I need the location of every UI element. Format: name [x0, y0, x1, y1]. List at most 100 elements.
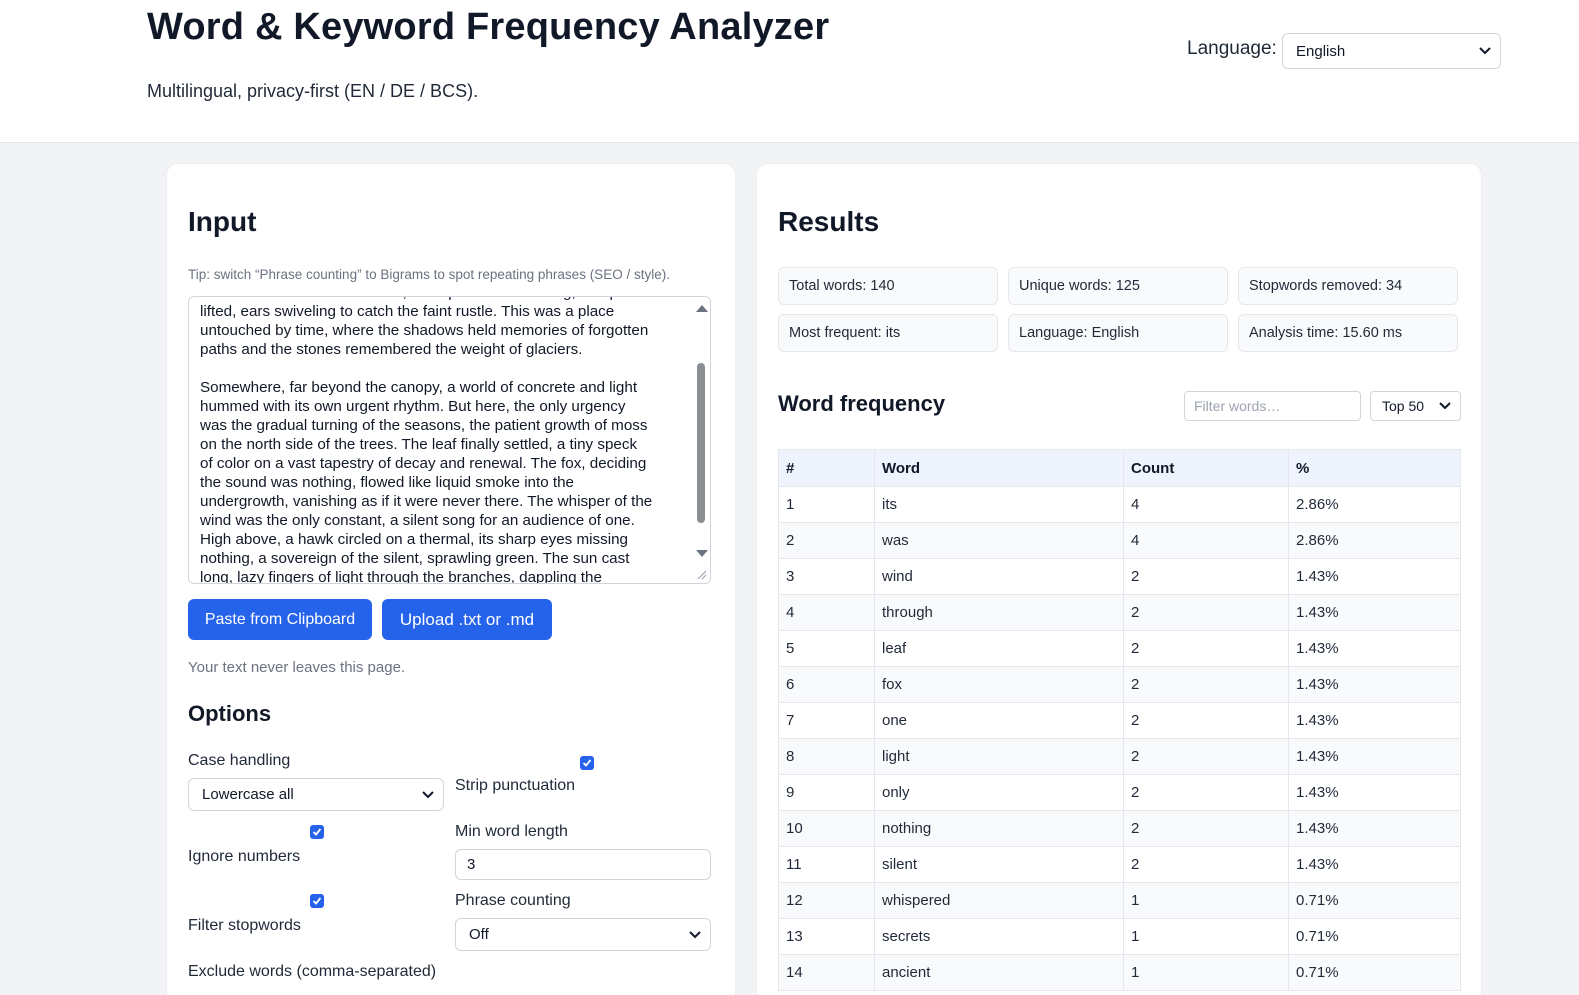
- cell-rank: 7: [778, 702, 875, 739]
- top-n-value: Top 50: [1382, 398, 1425, 414]
- cell-rank: 11: [778, 846, 875, 883]
- cell-word: leaf: [874, 630, 1124, 667]
- chevron-down-icon: [689, 929, 701, 941]
- cell-word: was: [874, 522, 1124, 559]
- results-panel: Results Total words: 140 Unique words: 1…: [756, 163, 1482, 995]
- paste-from-clipboard-button[interactable]: Paste from Clipboard: [188, 599, 372, 640]
- cell-rank: 6: [778, 666, 875, 703]
- table-row: 9 only 2 1.43%: [778, 774, 1461, 811]
- cell-word: ancient: [874, 954, 1124, 991]
- column-header-percent[interactable]: %: [1288, 449, 1461, 487]
- text-input[interactable]: towards the forest floor. Below, a fox p…: [188, 296, 711, 584]
- cell-count: 2: [1123, 630, 1289, 667]
- chevron-down-icon: [1479, 45, 1491, 57]
- filter-stopwords-checkbox[interactable]: [310, 894, 324, 908]
- cell-count: 4: [1123, 522, 1289, 559]
- table-row: 6 fox 2 1.43%: [778, 666, 1461, 703]
- stat-total-words: Total words: 140: [778, 267, 998, 305]
- cell-count: 2: [1123, 594, 1289, 631]
- upload-file-button[interactable]: Upload .txt or .md: [382, 599, 552, 640]
- textarea-scrollbar[interactable]: [692, 297, 710, 583]
- table-row: 14 ancient 1 0.71%: [778, 954, 1461, 991]
- phrase-counting-value: Off: [469, 926, 489, 943]
- stat-most-frequent: Most frequent: its: [778, 314, 998, 352]
- cell-word: nothing: [874, 810, 1124, 847]
- cell-count: 2: [1123, 774, 1289, 811]
- exclude-words-label: Exclude words (comma-separated): [188, 963, 437, 980]
- min-word-length-input[interactable]: 3: [455, 849, 711, 880]
- cell-word: its: [874, 486, 1124, 523]
- cell-rank: 3: [778, 558, 875, 595]
- column-header-word[interactable]: Word: [874, 449, 1124, 487]
- strip-punctuation-checkbox[interactable]: [580, 756, 594, 770]
- case-handling-value: Lowercase all: [202, 786, 294, 803]
- scroll-down-arrow-icon[interactable]: [696, 550, 708, 557]
- strip-punctuation-label: Strip punctuation: [455, 777, 576, 794]
- results-heading: Results: [778, 206, 880, 237]
- language-select[interactable]: English: [1282, 33, 1501, 69]
- column-header-rank[interactable]: #: [778, 449, 875, 487]
- min-word-length-label: Min word length: [455, 823, 568, 840]
- scroll-up-arrow-icon[interactable]: [696, 305, 708, 312]
- phrase-counting-select[interactable]: Off: [455, 918, 711, 951]
- cell-word: secrets: [874, 918, 1124, 955]
- cell-word: only: [874, 774, 1124, 811]
- table-row: 1 its 4 2.86%: [778, 486, 1461, 523]
- cell-count: 1: [1123, 882, 1289, 919]
- ignore-numbers-checkbox[interactable]: [310, 825, 324, 839]
- cell-percent: 2.86%: [1288, 486, 1461, 523]
- table-row: 4 through 2 1.43%: [778, 594, 1461, 631]
- options-heading: Options: [188, 701, 272, 726]
- ignore-numbers-label: Ignore numbers: [188, 848, 301, 865]
- privacy-note: Your text never leaves this page.: [188, 659, 406, 676]
- cell-rank: 14: [778, 954, 875, 991]
- cell-rank: 4: [778, 594, 875, 631]
- cell-percent: 0.71%: [1288, 954, 1461, 991]
- table-row: 13 secrets 1 0.71%: [778, 918, 1461, 955]
- cell-word: through: [874, 594, 1124, 631]
- cell-count: 4: [1123, 486, 1289, 523]
- stat-analysis-time: Analysis time: 15.60 ms: [1238, 314, 1458, 352]
- cell-percent: 1.43%: [1288, 594, 1461, 631]
- input-tip: Tip: switch “Phrase counting” to Bigrams…: [188, 267, 670, 282]
- top-n-select[interactable]: Top 50: [1370, 391, 1461, 421]
- cell-count: 1: [1123, 918, 1289, 955]
- cell-percent: 1.43%: [1288, 558, 1461, 595]
- resize-grip-icon[interactable]: [694, 567, 708, 581]
- cell-word: silent: [874, 846, 1124, 883]
- cell-percent: 1.43%: [1288, 738, 1461, 775]
- case-handling-select[interactable]: Lowercase all: [188, 778, 444, 811]
- cell-count: 2: [1123, 702, 1289, 739]
- cell-percent: 1.43%: [1288, 630, 1461, 667]
- stat-stopwords-removed: Stopwords removed: 34: [1238, 267, 1458, 305]
- cell-rank: 13: [778, 918, 875, 955]
- table-row: 3 wind 2 1.43%: [778, 558, 1461, 595]
- filter-words-input[interactable]: Filter words…: [1184, 391, 1361, 421]
- table-row: 10 nothing 2 1.43%: [778, 810, 1461, 847]
- word-frequency-heading: Word frequency: [778, 391, 946, 416]
- column-header-count[interactable]: Count: [1123, 449, 1289, 487]
- chevron-down-icon: [422, 789, 434, 801]
- scroll-thumb[interactable]: [697, 363, 705, 523]
- table-row: 11 silent 2 1.43%: [778, 846, 1461, 883]
- input-panel: Input Tip: switch “Phrase counting” to B…: [166, 163, 736, 995]
- table-header-row: # Word Count %: [778, 449, 1461, 487]
- cell-rank: 10: [778, 810, 875, 847]
- chevron-down-icon: [1439, 400, 1451, 412]
- cell-percent: 1.43%: [1288, 810, 1461, 847]
- cell-count: 1: [1123, 954, 1289, 991]
- cell-count: 2: [1123, 738, 1289, 775]
- text-input-content: towards the forest floor. Below, a fox p…: [200, 297, 653, 584]
- cell-rank: 9: [778, 774, 875, 811]
- cell-percent: 1.43%: [1288, 846, 1461, 883]
- page-subtitle: Multilingual, privacy-first (EN / DE / B…: [147, 81, 479, 101]
- stat-unique-words: Unique words: 125: [1008, 267, 1228, 305]
- language-select-value: English: [1296, 42, 1346, 60]
- table-row: 2 was 4 2.86%: [778, 522, 1461, 559]
- header-bar: Word & Keyword Frequency Analyzer Multil…: [0, 0, 1579, 143]
- cell-word: fox: [874, 666, 1124, 703]
- table-row: 5 leaf 2 1.43%: [778, 630, 1461, 667]
- cell-word: whispered: [874, 882, 1124, 919]
- cell-percent: 2.86%: [1288, 522, 1461, 559]
- cell-count: 2: [1123, 666, 1289, 703]
